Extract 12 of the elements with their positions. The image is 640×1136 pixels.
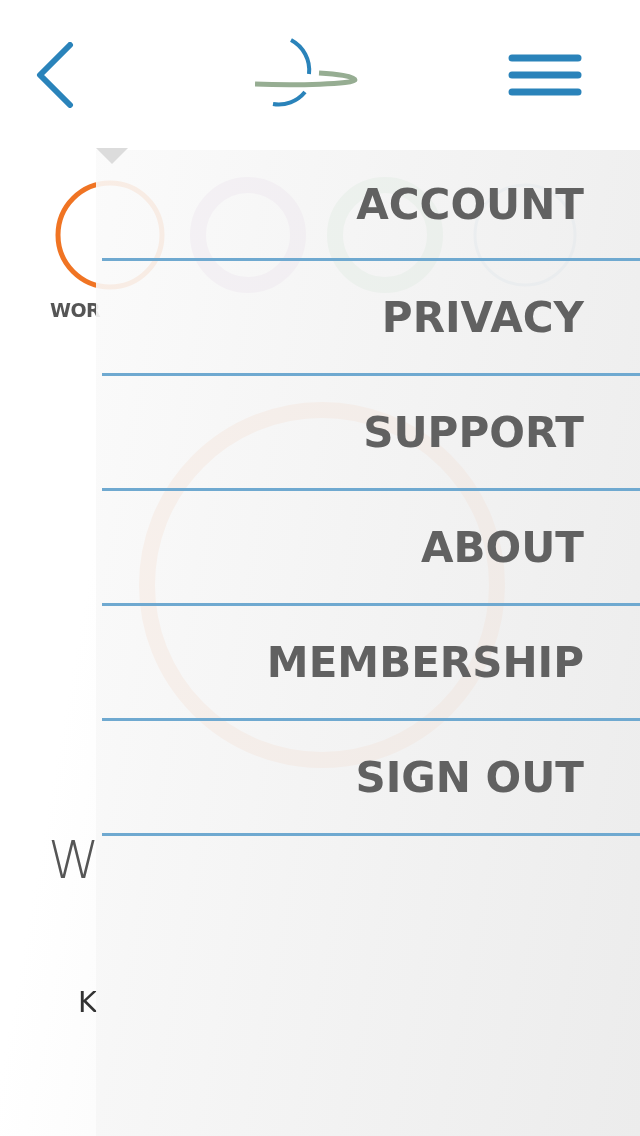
menu-item[interactable]: ABOUT (102, 491, 640, 606)
menu-icon[interactable] (508, 54, 582, 96)
pointer-icon (96, 148, 128, 164)
back-icon[interactable] (36, 42, 76, 108)
menu-item[interactable]: PRIVACY (102, 261, 640, 376)
menu-item[interactable]: MEMBERSHIP (102, 606, 640, 721)
stat-label: WOR (50, 299, 101, 321)
menu-item[interactable]: SIGN OUT (102, 721, 640, 836)
menu-item[interactable]: SUPPORT (102, 376, 640, 491)
goal-title: W (48, 830, 101, 890)
menu-item[interactable]: ACCOUNT (102, 150, 640, 261)
goal-message: K (78, 984, 99, 1021)
